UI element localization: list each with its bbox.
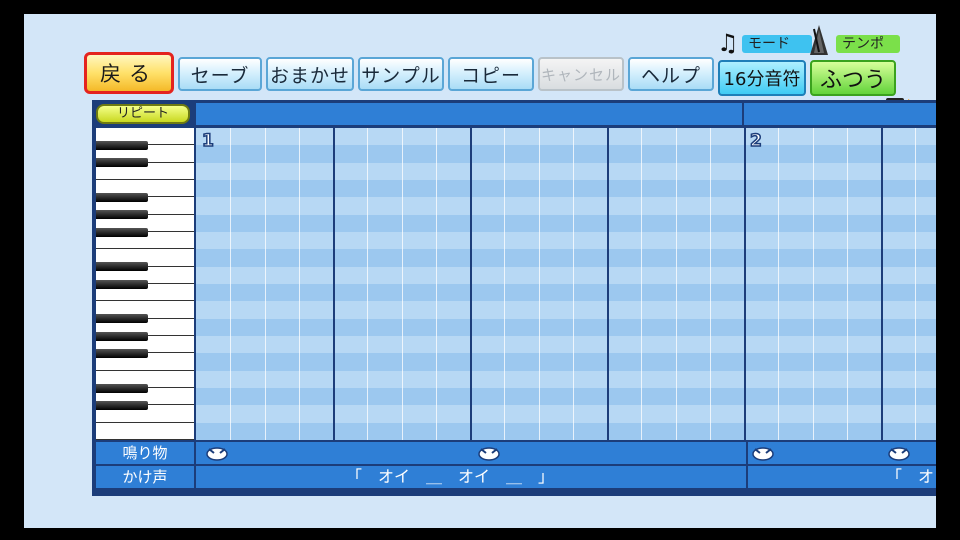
kakegoe-row: かけ声 「 オイ ＿ オイ ＿ 」 「 オ [96, 466, 936, 488]
grid-row[interactable] [196, 128, 936, 146]
black-key[interactable] [96, 383, 148, 393]
kakegoe-track[interactable]: 「 オイ ＿ オイ ＿ 」 「 オ [196, 466, 936, 488]
kakegoe-phrase[interactable]: 「 オイ ＿ オイ ＿ 」 [346, 466, 554, 488]
copy-button[interactable]: コピー [448, 57, 534, 91]
grid-row[interactable] [196, 197, 936, 215]
metronome-icon [810, 25, 828, 55]
cancel-button: キャンセル [538, 57, 624, 91]
mode-button[interactable]: 16分音符 [718, 60, 806, 96]
step-line [778, 128, 780, 440]
black-key[interactable] [96, 314, 148, 324]
measure-line [744, 128, 746, 440]
drum-icon[interactable] [206, 445, 228, 461]
step-line [298, 128, 300, 440]
grid-row[interactable] [196, 145, 936, 163]
kakegoe-label: かけ声 [96, 466, 194, 488]
step-line [435, 128, 437, 440]
black-key[interactable] [96, 348, 148, 358]
grid-row[interactable] [196, 162, 936, 180]
grid-row[interactable] [196, 232, 936, 250]
black-key[interactable] [96, 400, 148, 410]
step-line [230, 128, 232, 440]
white-key[interactable] [96, 423, 194, 440]
narimono-row: 鳴り物 [96, 442, 936, 464]
help-button[interactable]: ヘルプ [628, 57, 714, 91]
beat-line [333, 128, 335, 440]
grid-row[interactable] [196, 388, 936, 406]
grid-row[interactable] [196, 318, 936, 336]
music-note-icon: ♫ [717, 29, 739, 57]
narimono-track[interactable] [196, 442, 936, 464]
grid-row[interactable] [196, 422, 936, 440]
grid-row[interactable] [196, 336, 936, 354]
back-button[interactable]: 戻る [84, 52, 174, 94]
measure-number-2: 2 [749, 130, 762, 152]
grid-row[interactable] [196, 180, 936, 198]
mode-label: モード [742, 35, 812, 53]
black-key[interactable] [96, 227, 148, 237]
step-line [641, 128, 643, 440]
beat-line [470, 128, 472, 440]
omakase-button[interactable]: おまかせ [266, 57, 354, 91]
step-line [846, 128, 848, 440]
sample-button[interactable]: サンプル [358, 57, 444, 91]
grid-row[interactable] [196, 405, 936, 423]
note-editor: リピート 1 2 鳴り物 かけ声 「 オイ ＿ オイ ＿ 」 「 オ [92, 100, 936, 496]
black-key[interactable] [96, 140, 148, 150]
drum-icon[interactable] [888, 445, 910, 461]
grid-row[interactable] [196, 353, 936, 371]
step-line [504, 128, 506, 440]
step-line [675, 128, 677, 440]
measure-header-divider [742, 103, 744, 125]
track-divider [746, 466, 748, 488]
step-line [572, 128, 574, 440]
black-key[interactable] [96, 210, 148, 220]
step-line [812, 128, 814, 440]
black-key[interactable] [96, 158, 148, 168]
grid-row[interactable] [196, 266, 936, 284]
drum-icon[interactable] [752, 445, 774, 461]
track-divider [746, 442, 748, 464]
step-line [915, 128, 917, 440]
step-line [401, 128, 403, 440]
measure-number-1: 1 [201, 130, 214, 152]
grid-row[interactable] [196, 249, 936, 267]
grid-row[interactable] [196, 370, 936, 388]
beat-line [881, 128, 883, 440]
grid-row[interactable] [196, 284, 936, 302]
measure-header [196, 103, 936, 125]
narimono-label: 鳴り物 [96, 442, 194, 464]
repeat-button[interactable]: リピート [96, 104, 190, 124]
beat-line [607, 128, 609, 440]
black-key[interactable] [96, 279, 148, 289]
black-key[interactable] [96, 262, 148, 272]
kakegoe-phrase-2[interactable]: 「 オ [886, 466, 934, 488]
piano-keyboard[interactable] [96, 128, 194, 440]
drum-icon[interactable] [478, 445, 500, 461]
grid-row[interactable] [196, 214, 936, 232]
black-key[interactable] [96, 331, 148, 341]
save-button[interactable]: セーブ [178, 57, 262, 91]
note-grid[interactable]: 1 2 [196, 128, 936, 440]
tempo-button[interactable]: ふつう [810, 60, 896, 96]
black-key[interactable] [96, 192, 148, 202]
step-line [264, 128, 266, 440]
grid-row[interactable] [196, 301, 936, 319]
step-line [709, 128, 711, 440]
tempo-label: テンポ [836, 35, 900, 53]
step-line [367, 128, 369, 440]
screen: ♫ モード テンポ 戻る セーブ おまかせ サンプル コピー キャンセル ヘルプ… [24, 14, 936, 528]
step-line [538, 128, 540, 440]
